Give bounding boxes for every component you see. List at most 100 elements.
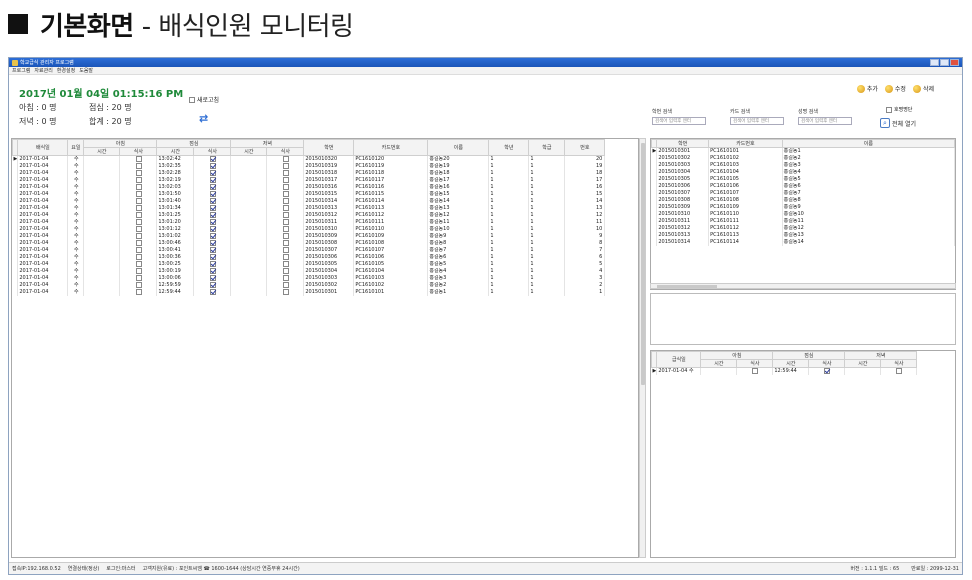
col-header-student-no[interactable]: 학번 — [303, 139, 355, 156]
col-header-grade[interactable]: 학년 — [488, 139, 530, 156]
checked-checkbox[interactable] — [209, 156, 216, 162]
checked-checkbox[interactable] — [209, 204, 216, 211]
cell-lunch-meal[interactable] — [193, 239, 232, 247]
unchecked-checkbox[interactable] — [135, 232, 142, 239]
list-item[interactable]: 2015010314 PC1610114 홍길동14 — [651, 238, 955, 246]
table-row[interactable]: 2017-01-04 수 13:01:34 2015010313 PC1610113 홍길… — [12, 204, 606, 212]
table-row[interactable]: 2017-01-04 수 13:01:50 2015010315 PC1610115 홍길… — [12, 190, 606, 198]
unchecked-checkbox[interactable] — [135, 225, 142, 232]
cell-breakfast-meal[interactable] — [119, 183, 158, 191]
unchecked-checkbox[interactable] — [752, 368, 759, 374]
table-row[interactable]: 2017-01-04 수 13:01:12 2015010310 PC1610110 홍길… — [12, 225, 606, 233]
cell-lunch-meal[interactable] — [193, 169, 232, 177]
col-header-breakfast-time[interactable]: 시간 — [83, 147, 121, 156]
unchecked-checkbox[interactable] — [282, 211, 289, 218]
checked-checkbox[interactable] — [209, 183, 216, 190]
history-col-header-dinner-time[interactable]: 시간 — [844, 359, 882, 368]
menu-item-help[interactable]: 도움말 — [79, 67, 93, 74]
cell-lunch-meal[interactable] — [193, 260, 232, 268]
auto-refresh-checkbox[interactable] — [189, 96, 195, 103]
list-item[interactable]: 2015010304 PC1610104 홍길동4 — [651, 168, 955, 176]
cell-lunch-meal[interactable] — [193, 267, 232, 275]
checked-checkbox[interactable] — [209, 169, 216, 176]
delete-button[interactable]: 삭제 — [912, 84, 934, 93]
checked-checkbox[interactable] — [209, 197, 216, 204]
row-selector-icon[interactable]: ▶ — [12, 155, 19, 163]
list-item[interactable]: 2015010309 PC1610109 홍길동9 — [651, 203, 955, 211]
cell-breakfast-meal[interactable] — [119, 190, 158, 198]
cell-dinner-meal[interactable] — [266, 190, 305, 198]
unchecked-checkbox[interactable] — [135, 156, 142, 162]
table-row[interactable]: 2017-01-04 수 13:00:46 2015010308 PC1610108 홍길… — [12, 239, 606, 247]
student-col-header-card[interactable]: 카드번호 — [708, 139, 783, 148]
cell-breakfast-meal[interactable] — [119, 225, 158, 233]
cell-lunch-meal[interactable] — [193, 225, 232, 233]
unchecked-checkbox[interactable] — [282, 253, 289, 260]
history-col-header-lunch-meal[interactable]: 식사 — [808, 359, 846, 368]
student-col-header-name[interactable]: 이름 — [781, 139, 955, 148]
cell-breakfast-meal[interactable] — [119, 218, 158, 226]
name-search-input[interactable]: 검색어 입력후 엔터 — [798, 117, 852, 125]
cell-lunch-meal[interactable] — [193, 246, 232, 254]
cell-lunch-meal[interactable] — [193, 232, 232, 240]
cell-dinner-meal[interactable] — [266, 162, 305, 170]
cell-dinner-meal[interactable] — [266, 274, 305, 282]
cell-lunch-meal[interactable] — [193, 274, 232, 282]
cell-dinner-meal[interactable] — [266, 197, 305, 205]
row-selector-icon[interactable]: ▶ — [651, 147, 658, 155]
cell-lunch-meal[interactable] — [193, 190, 232, 198]
unchecked-checkbox[interactable] — [135, 267, 142, 274]
col-header-dinner-meal[interactable]: 식사 — [266, 147, 305, 156]
cell-breakfast-meal[interactable] — [119, 204, 158, 212]
close-icon[interactable] — [950, 59, 959, 66]
unchecked-checkbox[interactable] — [282, 204, 289, 211]
cell-breakfast-meal[interactable] — [119, 288, 158, 296]
cell-lunch-meal[interactable] — [193, 183, 232, 191]
table-row[interactable]: 2017-01-04 수 13:00:25 2015010305 PC1610105 홍길… — [12, 260, 606, 268]
cell-dinner-meal[interactable] — [266, 239, 305, 247]
table-row[interactable]: 2017-01-04 수 13:00:06 2015010303 PC1610103 홍길… — [12, 274, 606, 282]
unchecked-checkbox[interactable] — [135, 218, 142, 225]
cell-breakfast-meal[interactable] — [119, 239, 158, 247]
col-header-dinner-time[interactable]: 시간 — [230, 147, 268, 156]
table-row[interactable]: 2017-01-04 수 13:01:40 2015010314 PC1610114 홍길… — [12, 197, 606, 205]
list-item[interactable]: 2015010303 PC1610103 홍길동3 — [651, 161, 955, 169]
cell-dinner-meal[interactable] — [266, 232, 305, 240]
table-row[interactable]: 2017-01-04 수 12:59:59 2015010302 PC1610102 홍길… — [12, 281, 606, 289]
unchecked-checkbox[interactable] — [135, 246, 142, 253]
checked-checkbox[interactable] — [824, 368, 831, 374]
card-search-input[interactable]: 검색어 입력후 엔터 — [730, 117, 784, 125]
name-list-toggle[interactable]: 호명명단 — [886, 106, 912, 113]
refresh-icon[interactable]: ⇄ — [199, 112, 208, 125]
checked-checkbox[interactable] — [209, 162, 216, 169]
cell-dinner-meal[interactable] — [266, 204, 305, 212]
cell-breakfast-meal[interactable] — [119, 169, 158, 177]
unchecked-checkbox[interactable] — [135, 274, 142, 281]
cell-dinner-meal[interactable] — [266, 211, 305, 219]
unchecked-checkbox[interactable] — [282, 288, 289, 295]
history-col-header-breakfast-time[interactable]: 시간 — [700, 359, 738, 368]
add-button[interactable]: 추가 — [856, 84, 878, 93]
unchecked-checkbox[interactable] — [135, 239, 142, 246]
cell-lunch-meal[interactable] — [193, 176, 232, 184]
unchecked-checkbox[interactable] — [282, 239, 289, 246]
maximize-icon[interactable] — [940, 59, 949, 66]
cell-dinner-meal[interactable] — [266, 155, 305, 163]
cell-dinner-meal[interactable] — [266, 246, 305, 254]
list-item[interactable]: 2015010306 PC1610106 홍길동6 — [651, 182, 955, 190]
unchecked-checkbox[interactable] — [135, 211, 142, 218]
unchecked-checkbox[interactable] — [282, 197, 289, 204]
unchecked-checkbox[interactable] — [282, 246, 289, 253]
row-selector-icon[interactable]: ▶ — [651, 367, 658, 375]
table-row[interactable]: 2017-01-04 수 13:00:19 2015010304 PC1610104 홍길… — [12, 267, 606, 275]
unchecked-checkbox[interactable] — [282, 156, 289, 162]
checked-checkbox[interactable] — [209, 267, 216, 274]
checked-checkbox[interactable] — [209, 274, 216, 281]
cell-breakfast-meal[interactable] — [119, 253, 158, 261]
col-header-card-no[interactable]: 카드번호 — [353, 139, 429, 156]
auto-refresh-toggle[interactable]: 새로고침 — [189, 95, 219, 104]
history-col-header-lunch-time[interactable]: 시간 — [772, 359, 810, 368]
cell-breakfast-meal[interactable] — [119, 260, 158, 268]
student-grid-hscroll-thumb[interactable] — [657, 285, 717, 288]
unchecked-checkbox[interactable] — [282, 169, 289, 176]
